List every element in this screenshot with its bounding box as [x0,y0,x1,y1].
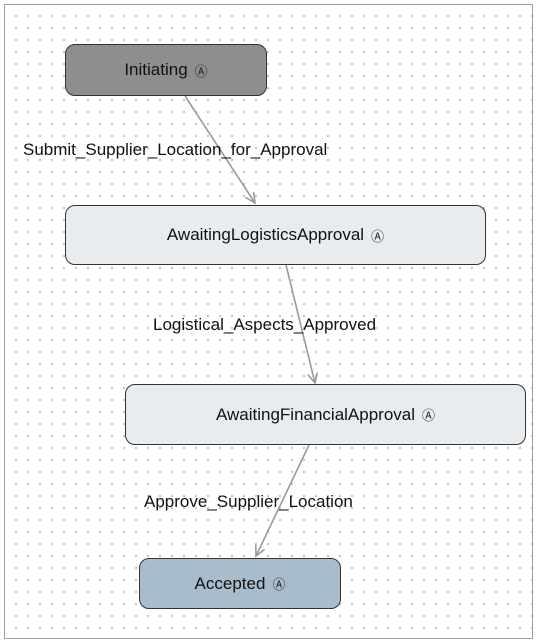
transition-label-logistical[interactable]: Logistical_Aspects_Approved [153,315,376,335]
transition-label-submit[interactable]: Submit_Supplier_Location_for_Approval [23,140,327,160]
state-awaiting-financial-label: AwaitingFinancialApproval [215,404,416,424]
transition-label-approve[interactable]: Approve_Supplier_Location [144,492,353,512]
diagram-canvas[interactable]: Initiating Ⓐ AwaitingLogisticsApproval Ⓐ… [4,4,533,639]
state-awaiting-logistics-approval[interactable]: AwaitingLogisticsApproval Ⓐ [65,205,486,265]
state-awaiting-logistics-label: AwaitingLogisticsApproval [166,225,365,244]
state-awaiting-financial-approval[interactable]: AwaitingFinancialApproval Ⓐ [125,384,526,445]
state-marker-icon: Ⓐ [194,63,208,79]
state-initiating[interactable]: Initiating Ⓐ [65,44,267,96]
state-accepted[interactable]: Accepted Ⓐ [139,558,341,609]
state-initiating-label: Initiating [124,60,188,79]
state-marker-icon: Ⓐ [272,577,286,592]
state-marker-icon: Ⓐ [371,228,385,244]
state-marker-icon: Ⓐ [422,408,436,423]
state-accepted-label: Accepted [194,573,266,593]
